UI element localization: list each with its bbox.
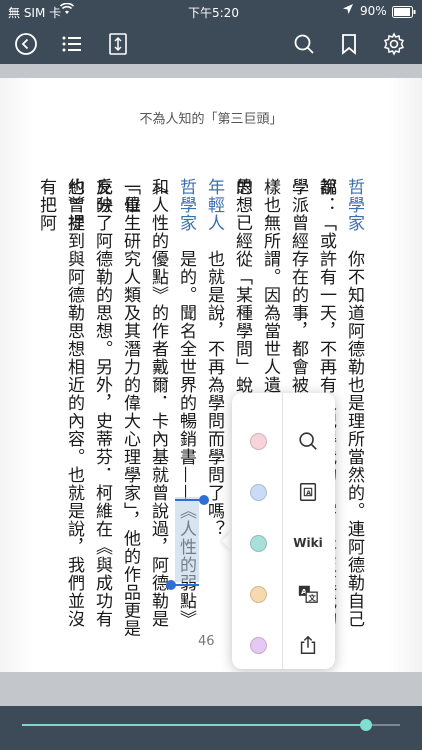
- page-fit-icon[interactable]: [102, 28, 134, 60]
- top-gutter: [0, 64, 422, 78]
- wiki-button[interactable]: Wiki: [290, 525, 326, 561]
- slider-thumb[interactable]: [359, 719, 372, 731]
- settings-icon[interactable]: [378, 28, 410, 60]
- carrier-label: 無 SIM 卡: [8, 6, 62, 20]
- battery-percent: 90%: [360, 4, 387, 18]
- back-icon[interactable]: [10, 28, 42, 60]
- chapter-title: 不為人知的「第三巨頭」: [139, 112, 283, 127]
- speaker-label: 哲學家: [344, 178, 364, 232]
- highlight-blue-swatch[interactable]: [250, 484, 267, 501]
- highlight-orange-swatch[interactable]: [250, 586, 267, 603]
- table-of-contents-icon[interactable]: [56, 28, 88, 60]
- battery-icon: [392, 6, 416, 21]
- selection-start-line: [175, 499, 203, 501]
- svg-text:A: A: [306, 489, 311, 497]
- status-bar: 無 SIM 卡 下午5:20 90%: [0, 0, 422, 24]
- wifi-icon: [59, 2, 75, 18]
- slider-progress: [22, 724, 366, 726]
- highlight-pink-swatch[interactable]: [250, 433, 267, 450]
- page-slider-bar: [0, 706, 422, 750]
- text-selection-highlight: [175, 497, 199, 582]
- popup-divider: [282, 393, 283, 669]
- highlight-teal-swatch[interactable]: [250, 535, 267, 552]
- speaker-label: 哲學家: [176, 178, 196, 232]
- highlight-purple-swatch[interactable]: [250, 637, 267, 654]
- svg-text:文: 文: [307, 593, 316, 602]
- search-icon[interactable]: [290, 423, 326, 459]
- bottom-gutter: [0, 672, 422, 706]
- text-column: 也曾提到與阿德勒思想相近的內容。也就是說，我們並沒有把阿: [32, 178, 88, 638]
- search-icon[interactable]: [288, 28, 320, 60]
- column-text: 也就是說，不再為學問而學問了嗎？: [204, 232, 224, 538]
- speaker-label: 年輕人: [204, 178, 224, 232]
- translate-icon[interactable]: A文: [290, 576, 326, 612]
- column-text: 也曾提到與阿德勒思想相近的內容。也就是說，我們並沒有把阿: [36, 178, 84, 628]
- popup-pointer: [222, 531, 232, 551]
- location-icon: [342, 3, 354, 18]
- dictionary-icon[interactable]: A: [290, 474, 326, 510]
- book-page[interactable]: 不為人知的「第三巨頭」 哲學家 你不知道阿德勒也是理所當然的。連阿德勒自己都 說…: [0, 78, 422, 672]
- bookmark-icon[interactable]: [333, 28, 365, 60]
- page-number: 46: [198, 634, 215, 649]
- text-column: 年輕人 也就是說，不再為學問而學問了嗎？: [200, 178, 228, 638]
- selection-end-line: [170, 584, 199, 586]
- reader-toolbar: [0, 24, 422, 64]
- clock: 下午5:20: [188, 6, 239, 20]
- share-icon[interactable]: [290, 627, 326, 663]
